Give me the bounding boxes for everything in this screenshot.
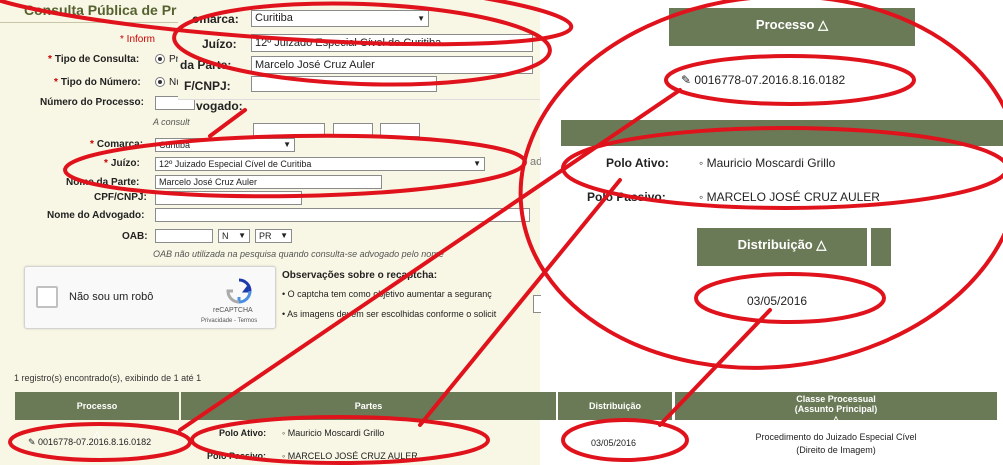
polo-ativo-label: Polo Ativo: <box>219 428 267 438</box>
zoom-processo-link[interactable]: ✎ 0016778-07.2016.8.16.0182 <box>681 73 845 87</box>
recaptcha-links[interactable]: Privacidade - Termos <box>201 318 257 324</box>
tipo-numero-label: * Tipo do Número: <box>54 77 141 88</box>
nome-parte-input[interactable]: Marcelo José Cruz Auler <box>155 175 382 189</box>
zoom-juizo-label: Juízo: <box>202 37 237 51</box>
required-info-note: * Inform <box>120 34 156 45</box>
zoom-parte-value[interactable]: Marcelo José Cruz Auler <box>251 56 533 74</box>
zoom-cpf-input[interactable] <box>251 76 437 92</box>
observacoes-title: Observações sobre o recaptcha: <box>282 270 438 281</box>
col-partes-header[interactable]: Partes <box>181 392 556 420</box>
numero-processo-part-4[interactable] <box>380 123 420 137</box>
tipo-consulta-radio[interactable] <box>155 54 165 64</box>
polo-ativo-value: ◦ Mauricio Moscardi Grillo <box>282 428 385 438</box>
cpf-cnpj-label: CPF/CNPJ: <box>94 192 147 203</box>
tipo-numero-radio[interactable] <box>155 77 165 87</box>
results-count: 1 registro(s) encontrado(s), exibindo de… <box>14 373 202 383</box>
numero-processo-part-2[interactable] <box>253 123 325 137</box>
nome-advogado-label: Nome do Advogado: <box>47 210 145 221</box>
col-distribuicao-header[interactable]: Distribuição △ <box>558 392 672 439</box>
polo-passivo-label: Polo Passivo: <box>207 451 267 461</box>
zoom-inset-form: omarca: Curitiba ▼ Juízo: 12º Juizado Esp… <box>178 0 540 113</box>
oab-number-input[interactable] <box>155 229 213 243</box>
zoom-polo-ativo-label: Polo Ativo: <box>606 156 669 170</box>
recaptcha-checkbox[interactable] <box>36 286 58 308</box>
juizo-label: * Juízo: <box>104 158 140 169</box>
comarca-select[interactable]: Curitiba ▼ <box>155 138 295 152</box>
numero-processo-label: Número do Processo: <box>40 97 144 108</box>
processo-link[interactable]: ✎ 0016778-07.2016.8.16.0182 <box>28 437 151 448</box>
zoom-next-header-edge <box>871 228 891 266</box>
juizo-select[interactable]: 12º Juizado Especial Cível de Curitiba ▼ <box>155 157 485 171</box>
numero-processo-hint: A consult <box>153 117 190 127</box>
recaptcha-widget: Não sou um robô reCAPTCHA Privacidade - … <box>24 266 276 329</box>
col-processo-header[interactable]: Processo △ <box>15 392 179 439</box>
zoom-juizo-value[interactable]: 12º Juizado Especial Cível de Curitiba <box>251 34 533 52</box>
zoom-polo-ativo-value: ◦ Mauricio Moscardi Grillo <box>699 156 836 170</box>
zoom-polo-passivo-value: ◦ MARCELO JOSÉ CRUZ AULER <box>699 190 880 204</box>
zoom-polo-passivo-label: Polo Passivo: <box>587 190 666 204</box>
recaptcha-label: Não sou um robô <box>69 291 154 303</box>
assunto-value: (Direito de Imagem) <box>796 445 876 455</box>
nome-parte-label: Nome da Parte: <box>66 177 140 188</box>
recaptcha-brand: reCAPTCHA <box>213 307 253 314</box>
cpf-cnpj-input[interactable] <box>155 191 302 205</box>
zoom-distribuicao-header[interactable]: Distribuição △ <box>697 228 867 266</box>
observacao-item: • O captcha tem como objetivo aumentar a… <box>282 289 492 299</box>
zoom-processo-header[interactable]: Processo △ <box>669 8 915 46</box>
zoom-partes-header-bar <box>561 120 1003 146</box>
zoom-inset-results: Processo △ ✎ 0016778-07.2016.8.16.0182 P… <box>541 0 1003 345</box>
oab-hint: OAB não utilizada na pesquisa quando con… <box>153 249 444 259</box>
col-classe-header[interactable]: Classe Processual (Assunto Principal) △ <box>675 392 997 424</box>
classe-value: Procedimento do Juizado Especial Cível <box>755 432 917 442</box>
zoom-advogado-label: vogado: <box>196 99 243 113</box>
zoom-parte-label: da Parte: <box>180 58 232 72</box>
zoom-comarca-select[interactable]: Curitiba ▼ <box>251 10 429 27</box>
page-title: Consulta Pública de Pr <box>24 2 177 18</box>
recaptcha-logo-icon <box>226 278 252 304</box>
distribuicao-value: 03/05/2016 <box>591 438 637 448</box>
nome-advogado-input[interactable] <box>155 208 530 222</box>
observacao-item: • As imagens devem ser escolhidas confor… <box>282 309 497 319</box>
numero-processo-part-3[interactable] <box>333 123 373 137</box>
oab-uf-select[interactable]: PR ▼ <box>255 229 292 243</box>
zoom-comarca-label: omarca: <box>192 12 239 26</box>
zoom-cpf-label: F/CNPJ: <box>184 79 231 93</box>
comarca-label: * Comarca: <box>90 139 144 150</box>
polo-passivo-value: ◦ MARCELO JOSÉ CRUZ AULER <box>282 451 418 461</box>
oab-type-select[interactable]: N ▼ <box>218 229 250 243</box>
tipo-consulta-label: * Tipo de Consulta: <box>48 54 140 65</box>
zoom-distribuicao-value: 03/05/2016 <box>747 294 808 308</box>
oab-label: OAB: <box>122 231 148 242</box>
